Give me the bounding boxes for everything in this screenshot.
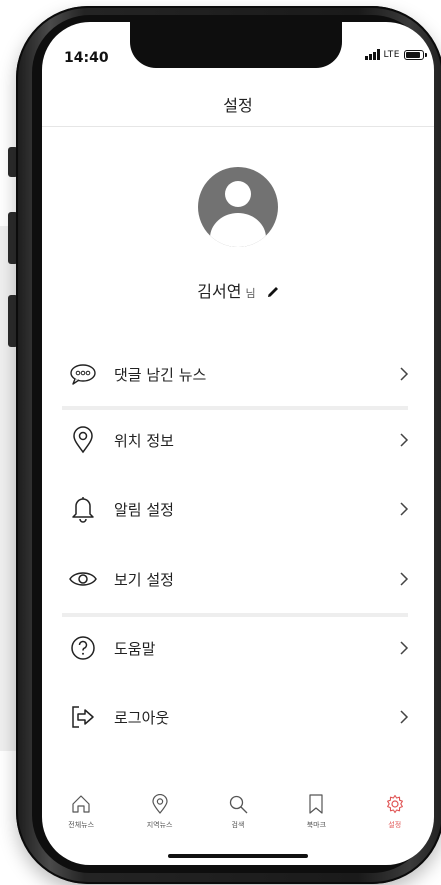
menu-item-view-settings[interactable]: 보기 설정 (64, 557, 414, 601)
home-icon (71, 794, 91, 818)
bottom-tab-bar: 전체뉴스 지역뉴스 검색 북마크 설정 (42, 793, 434, 834)
menu-item-notification-settings[interactable]: 알림 설정 (64, 487, 414, 531)
menu-label: 댓글 남긴 뉴스 (114, 365, 207, 384)
bell-icon (68, 494, 98, 524)
profile-name-suffix: 님 (245, 287, 256, 300)
tab-label: 전체뉴스 (68, 821, 95, 829)
search-icon (228, 794, 248, 818)
section-divider (62, 613, 408, 617)
menu-item-commented-news[interactable]: 댓글 남긴 뉴스 (64, 352, 414, 396)
tab-label: 지역뉴스 (146, 821, 173, 829)
eye-icon (68, 564, 98, 594)
network-type: LTE (383, 49, 400, 60)
chevron-right-icon (394, 364, 414, 384)
profile-name: 김서연 (197, 282, 242, 301)
tab-local-news[interactable]: 지역뉴스 (130, 793, 190, 834)
tab-settings[interactable]: 설정 (365, 794, 425, 834)
location-pin-icon (68, 425, 98, 455)
avatar[interactable] (198, 167, 278, 247)
profile-name-row: 김서연 님 (42, 278, 434, 302)
status-time: 14:40 (64, 50, 109, 66)
tab-label: 검색 (231, 821, 245, 829)
help-circle-icon (68, 633, 98, 663)
tab-bookmark[interactable]: 북마크 (286, 794, 346, 834)
bookmark-icon (308, 794, 324, 818)
chat-bubble-icon (68, 359, 98, 389)
home-indicator (168, 854, 308, 858)
chevron-right-icon (394, 499, 414, 519)
phone-notch (130, 22, 342, 68)
page-title: 설정 (223, 96, 253, 115)
battery-icon (404, 49, 427, 60)
status-icons: LTE (364, 49, 427, 60)
section-divider (62, 406, 408, 410)
tab-search[interactable]: 검색 (208, 794, 268, 834)
gear-icon (385, 794, 405, 818)
menu-item-help[interactable]: 도움말 (64, 626, 414, 670)
menu-item-logout[interactable]: 로그아웃 (64, 695, 414, 739)
tab-all-news[interactable]: 전체뉴스 (51, 794, 111, 834)
menu-item-location-info[interactable]: 위치 정보 (64, 418, 414, 462)
signal-icon (364, 49, 380, 60)
edit-pencil-icon[interactable] (267, 283, 279, 302)
tab-label: 북마크 (306, 821, 327, 829)
header-divider (42, 126, 434, 127)
app-screen: 14:40 LTE 설정 김서연 님 댓글 남긴 뉴스 위치 정보 알림 설정 … (42, 22, 434, 865)
location-pin-icon (151, 793, 169, 818)
menu-label: 도움말 (114, 639, 156, 658)
menu-label: 알림 설정 (114, 500, 174, 519)
menu-label: 위치 정보 (114, 431, 174, 450)
tab-label: 설정 (388, 821, 402, 829)
chevron-right-icon (394, 707, 414, 727)
chevron-right-icon (394, 430, 414, 450)
chevron-right-icon (394, 569, 414, 589)
menu-label: 보기 설정 (114, 570, 174, 589)
chevron-right-icon (394, 638, 414, 658)
logout-icon (68, 702, 98, 732)
menu-label: 로그아웃 (114, 708, 170, 727)
